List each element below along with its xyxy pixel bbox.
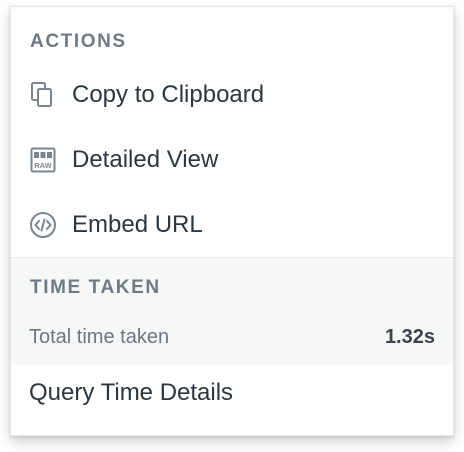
time-taken-title: TIME TAKEN — [30, 277, 161, 298]
query-time-details-link[interactable]: Query Time Details — [29, 379, 233, 407]
total-time-label: Total time taken — [29, 325, 170, 348]
embed-url-label: Embed URL — [72, 211, 203, 238]
svg-text:RAW: RAW — [34, 161, 52, 170]
copy-to-clipboard-item[interactable]: Copy to Clipboard — [11, 67, 453, 123]
copy-icon — [29, 81, 57, 109]
actions-section-title: ACTIONS — [30, 31, 127, 52]
detailed-view-item[interactable]: RAW Detailed View — [11, 132, 453, 188]
raw-view-icon: RAW — [29, 146, 57, 174]
embed-code-icon — [29, 211, 57, 239]
total-time-row: Total time taken 1.32s — [29, 322, 435, 352]
actions-dropdown-menu: ACTIONS Copy to Clipboard RAW Detailed V… — [10, 6, 454, 436]
copy-to-clipboard-label: Copy to Clipboard — [72, 81, 265, 108]
total-time-value: 1.32s — [384, 325, 435, 348]
time-taken-section: TIME TAKEN Total time taken 1.32s — [11, 257, 453, 365]
embed-url-item[interactable]: Embed URL — [11, 197, 453, 253]
detailed-view-label: Detailed View — [72, 146, 219, 173]
